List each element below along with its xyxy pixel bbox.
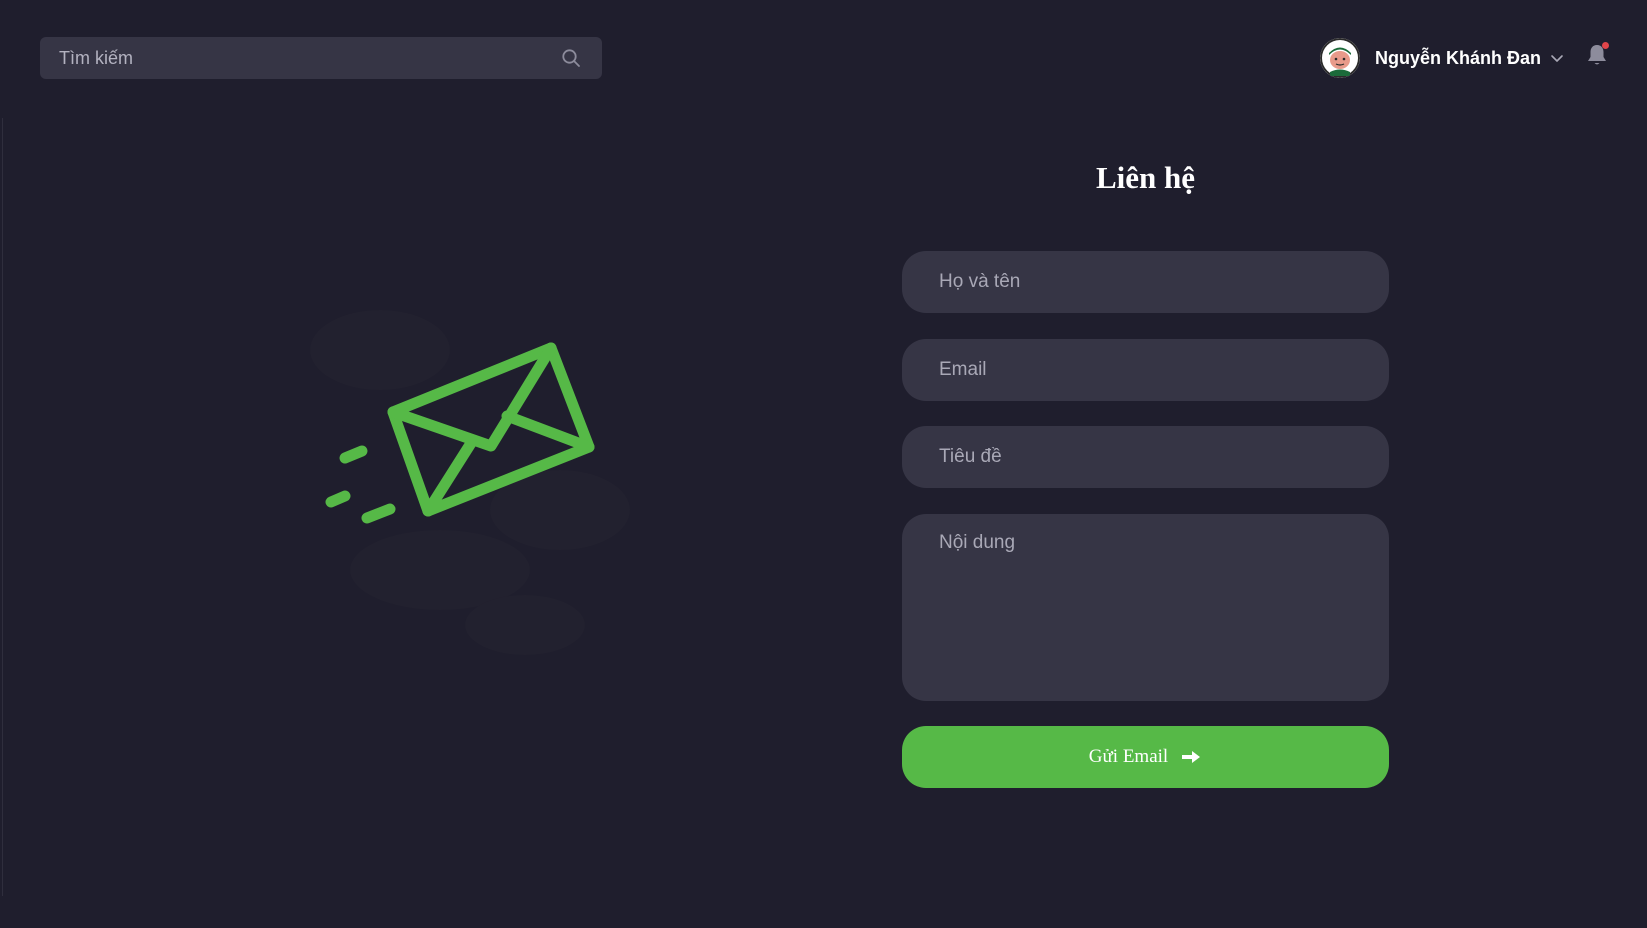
chevron-down-icon[interactable] — [1549, 50, 1565, 66]
search-bar[interactable] — [40, 36, 602, 80]
notification-button[interactable] — [1585, 42, 1611, 70]
arrow-right-icon — [1180, 749, 1202, 765]
envelope-illustration — [270, 270, 650, 690]
send-email-button[interactable]: Gửi Email — [902, 726, 1389, 788]
subject-field[interactable] — [902, 426, 1389, 488]
email-field[interactable] — [902, 339, 1389, 401]
user-menu[interactable]: Nguyễn Khánh Đan — [1320, 36, 1565, 80]
send-email-label: Gửi Email — [1088, 746, 1169, 767]
search-icon[interactable] — [560, 47, 582, 69]
search-input[interactable] — [40, 36, 560, 80]
contact-page: Nguyễn Khánh Đan — [0, 0, 1647, 928]
avatar[interactable] — [1320, 38, 1360, 78]
content-field[interactable] — [902, 514, 1389, 701]
page-title: Liên hệ — [1095, 160, 1196, 195]
top-bar: Nguyễn Khánh Đan — [0, 0, 1647, 112]
envelope-icon — [310, 310, 630, 655]
notification-badge — [1602, 42, 1609, 49]
contact-form: Liên hệ Gửi Email — [902, 150, 1389, 788]
sidebar-divider — [2, 118, 3, 896]
user-name[interactable]: Nguyễn Khánh Đan — [1375, 48, 1541, 69]
name-field[interactable] — [902, 251, 1389, 313]
